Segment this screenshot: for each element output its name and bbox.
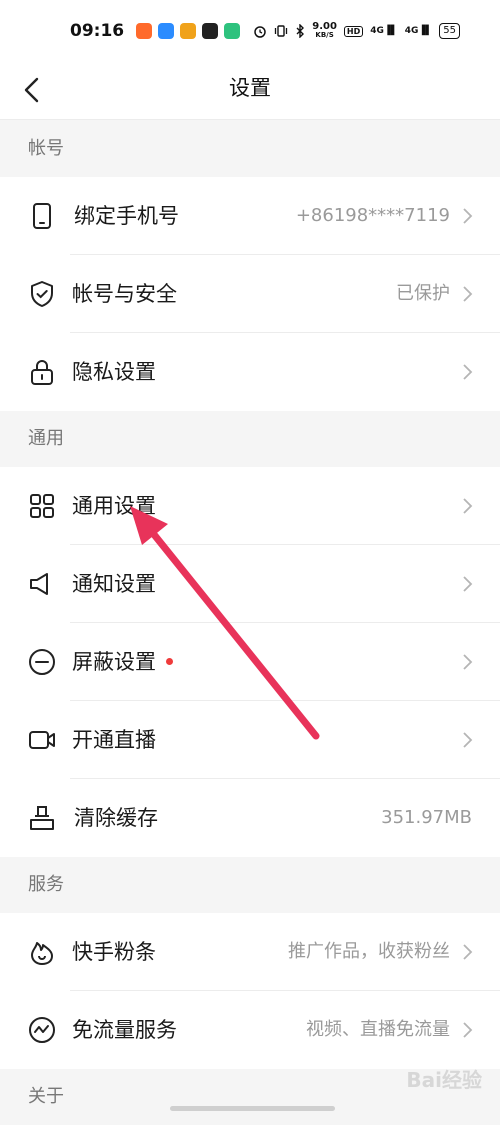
signal-2: 4G▐▌ [404, 26, 433, 36]
row-label: 屏蔽设置 [72, 650, 156, 674]
status-bar: 09:16 9.00 KB/S HD 4G▐▌ 4G▐▌ 55 [0, 0, 500, 62]
row-label: 帐号与安全 [72, 282, 177, 306]
speaker-icon [30, 573, 48, 595]
section-header-general: 通用 [0, 411, 500, 467]
wave-circle-icon [29, 1017, 55, 1043]
lock-icon [31, 360, 53, 385]
chevron-right-icon [463, 364, 473, 380]
chevron-right-icon [463, 498, 473, 514]
signal-1: 4G▐▌ [370, 26, 398, 36]
flame-icon [31, 942, 53, 965]
section-header-services: 服务 [0, 857, 500, 913]
home-indicator[interactable] [170, 1106, 335, 1111]
row-value: 351.97MB [381, 807, 472, 828]
row-label: 隐私设置 [72, 360, 156, 384]
chevron-right-icon [463, 576, 473, 592]
row-general-settings[interactable]: 通用设置 [0, 467, 500, 545]
notification-app-icons [136, 23, 241, 39]
row-label: 快手粉条 [72, 940, 156, 964]
row-label: 通用设置 [72, 494, 156, 518]
nav-bar: 设置 [0, 62, 500, 120]
hd-badge: HD [343, 25, 364, 37]
app-notification-icon [202, 23, 219, 39]
row-free-data[interactable]: 免流量服务 视频、直播免流量 [0, 991, 500, 1069]
row-label: 开通直播 [72, 728, 156, 752]
chevron-right-icon [463, 944, 473, 960]
chevron-right-icon [463, 654, 473, 670]
watermark: Bai经验 [406, 1068, 482, 1092]
app-notification-icon [158, 23, 175, 39]
chevron-right-icon [463, 208, 473, 224]
bluetooth-icon [296, 24, 305, 38]
phone-icon [33, 203, 51, 229]
status-time: 09:16 [70, 21, 125, 41]
vibrate-icon [275, 25, 288, 37]
chevron-right-icon [463, 732, 473, 748]
page-title: 设置 [229, 76, 271, 100]
red-dot-badge [166, 658, 173, 665]
row-label: 清除缓存 [74, 806, 158, 830]
chevron-right-icon [463, 1022, 473, 1038]
row-value: 已保护 [396, 283, 450, 304]
broom-icon [30, 806, 54, 830]
row-label: 通知设置 [72, 572, 156, 596]
row-block-settings[interactable]: 屏蔽设置 [0, 623, 500, 701]
app-notification-icon [224, 23, 241, 39]
row-bind-phone[interactable]: 绑定手机号 +86198****7119 [0, 177, 500, 255]
row-label: 免流量服务 [72, 1018, 177, 1042]
row-live[interactable]: 开通直播 [0, 701, 500, 779]
row-label: 绑定手机号 [74, 204, 179, 228]
row-value: 推广作品，收获粉丝 [288, 941, 450, 962]
minus-circle-icon [29, 649, 55, 675]
grid-icon [30, 494, 54, 518]
row-fans-boost[interactable]: 快手粉条 推广作品，收获粉丝 [0, 913, 500, 991]
row-account-security[interactable]: 帐号与安全 已保护 [0, 255, 500, 333]
network-speed: 9.00 KB/S [312, 21, 337, 40]
section-header-account: 帐号 [0, 121, 500, 177]
row-value: 视频、直播免流量 [306, 1019, 450, 1040]
app-notification-icon [136, 23, 153, 39]
battery-icon: 55 [439, 23, 460, 39]
row-notifications[interactable]: 通知设置 [0, 545, 500, 623]
app-notification-icon [180, 23, 197, 39]
row-clear-cache[interactable]: 清除缓存 351.97MB [0, 779, 500, 857]
alarm-icon [254, 26, 266, 38]
video-camera-icon [29, 731, 55, 749]
row-value: +86198****7119 [295, 205, 450, 226]
row-privacy[interactable]: 隐私设置 [0, 333, 500, 411]
chevron-right-icon [463, 286, 473, 302]
shield-icon [31, 281, 53, 307]
